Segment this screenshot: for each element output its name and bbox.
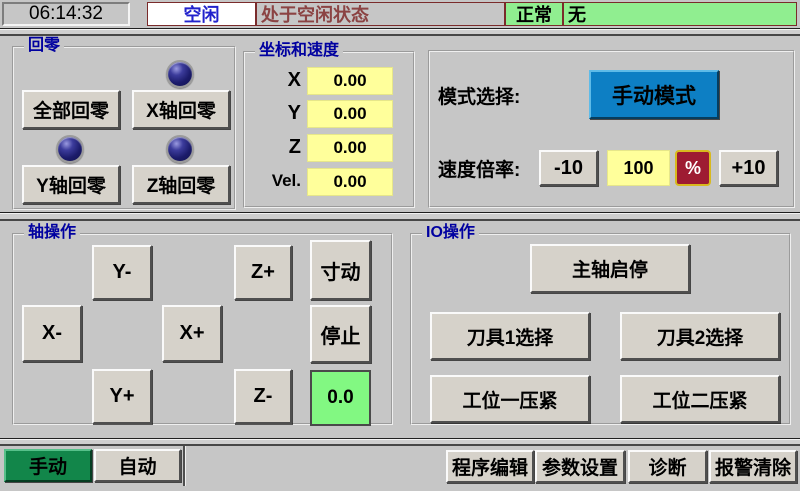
override-value-field: 100 [607,150,670,186]
mode-panel: 模式选择: 手动模式 速度倍率: -10 100 % +10 [428,50,795,208]
homing-panel: 回零 全部回零 X轴回零 Y轴回零 Z轴回零 [12,46,236,210]
station1-clamp-button[interactable]: 工位一压紧 [430,375,590,423]
io-panel: IO操作 主轴启停 刀具1选择 刀具2选择 工位一压紧 工位二压紧 [410,233,791,425]
jog-step-value-field: 0.0 [310,370,371,426]
percent-sign-badge: % [675,150,711,186]
z-minus-button[interactable]: Z- [234,369,292,424]
param-settings-button[interactable]: 参数设置 [535,450,625,483]
override-plus-button[interactable]: +10 [719,150,778,186]
machine-state-field: 空闲 [147,2,256,26]
homing-panel-title: 回零 [24,37,64,55]
z-position-value: 0.00 [307,134,393,162]
divider [0,438,800,446]
velocity-value: 0.00 [307,168,393,196]
stop-button[interactable]: 停止 [310,305,371,363]
divider [0,212,800,221]
home-x-button[interactable]: X轴回零 [132,90,230,129]
auto-tab-button[interactable]: 自动 [94,449,181,482]
axis-panel-title: 轴操作 [24,224,80,242]
home-z-button[interactable]: Z轴回零 [132,165,230,204]
velocity-label: Vel. [245,171,301,191]
tool1-select-button[interactable]: 刀具1选择 [430,312,590,360]
x-home-indicator-led [166,60,194,88]
home-y-button[interactable]: Y轴回零 [22,165,120,204]
home-all-button[interactable]: 全部回零 [22,90,120,129]
x-axis-label: X [245,69,301,92]
axis-panel: 轴操作 Y- Z+ 寸动 X- X+ 停止 Y+ Z- 0.0 [12,233,393,425]
manual-mode-button[interactable]: 手动模式 [589,70,719,119]
station2-clamp-button[interactable]: 工位二压紧 [620,375,780,423]
spindle-start-stop-button[interactable]: 主轴启停 [530,244,690,293]
x-plus-button[interactable]: X+ [162,305,222,362]
y-minus-button[interactable]: Y- [92,245,152,300]
program-edit-button[interactable]: 程序编辑 [446,450,534,483]
state-message-field: 处于空闲状态 [256,2,505,26]
divider [0,28,800,36]
y-position-value: 0.00 [307,100,393,128]
y-axis-label: Y [245,102,301,125]
alarm-clear-button[interactable]: 报警清除 [709,450,797,483]
coords-panel: 坐标和速度 X 0.00 Y 0.00 Z 0.00 Vel. 0.00 [243,51,415,208]
mode-select-label: 模式选择: [438,82,520,108]
z-axis-label: Z [245,136,301,159]
y-home-indicator-led [56,135,84,163]
clock-display: 06:14:32 [2,2,130,26]
z-home-indicator-led [166,135,194,163]
coords-panel-title: 坐标和速度 [255,42,343,60]
diagnosis-button[interactable]: 诊断 [628,450,707,483]
y-plus-button[interactable]: Y+ [92,369,152,424]
x-position-value: 0.00 [307,67,393,95]
speed-override-label: 速度倍率: [438,155,520,181]
override-minus-button[interactable]: -10 [539,150,598,186]
tool2-select-button[interactable]: 刀具2选择 [620,312,780,360]
manual-tab-button[interactable]: 手动 [4,449,92,482]
alarm-message-field: 无 [563,2,797,26]
io-panel-title: IO操作 [422,224,479,242]
alarm-status-field: 正常 [505,2,563,26]
x-minus-button[interactable]: X- [22,305,82,362]
bottom-nav-bar: 手动 自动 程序编辑 参数设置 诊断 报警清除 [0,446,800,491]
status-bar: 06:14:32 空闲 处于空闲状态 正常 无 [0,0,800,28]
vertical-separator [183,446,186,486]
z-plus-button[interactable]: Z+ [234,245,292,300]
jog-button[interactable]: 寸动 [310,240,371,300]
